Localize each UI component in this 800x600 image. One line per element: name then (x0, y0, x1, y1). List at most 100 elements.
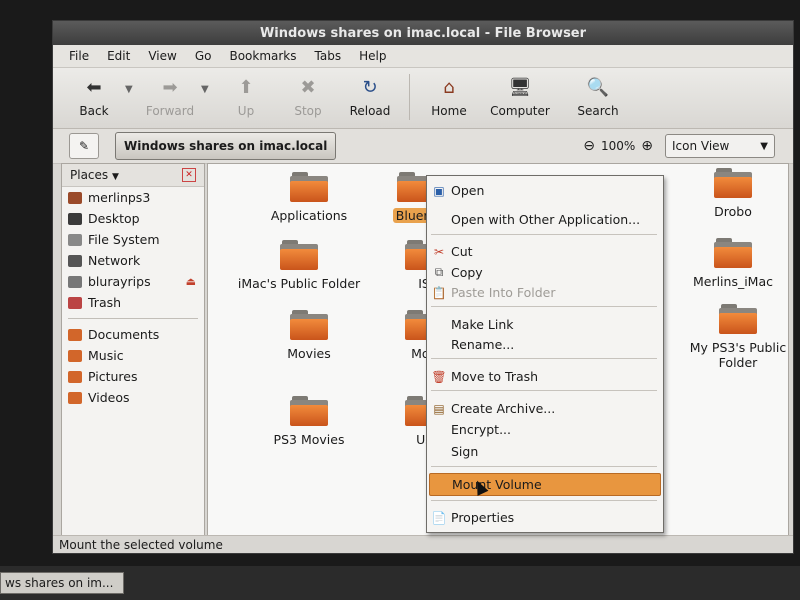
menu-separator (431, 234, 657, 235)
status-bar: Mount the selected volume (53, 535, 793, 553)
reload-button[interactable]: ↻ Reload (339, 68, 401, 119)
toolbar: ⬅ Back ▼ ➡ Forward ▼ ⬆ Up ✖ Stop ↻ Reloa… (53, 68, 793, 129)
view-mode-value: Icon View (672, 139, 730, 153)
folder-item[interactable]: Applications (244, 172, 374, 223)
home-button[interactable]: ⌂ Home (418, 68, 480, 119)
forward-button[interactable]: ➡ Forward (139, 68, 201, 119)
chevron-down-icon: ▼ (760, 140, 768, 152)
window-title: Windows shares on imac.local - File Brow… (53, 21, 793, 45)
view-mode-select[interactable]: Icon View ▼ (665, 134, 775, 158)
menu-view[interactable]: View (148, 49, 176, 63)
back-history-chevron-icon[interactable]: ▼ (125, 68, 139, 95)
folder-icon (714, 238, 752, 268)
folder-icon (68, 328, 82, 341)
menu-separator (431, 358, 657, 359)
eject-icon[interactable]: ⏏ (186, 275, 196, 288)
trash-icon (68, 296, 82, 309)
menu-item-copy[interactable]: ⧉ Copy (429, 262, 659, 283)
trash-icon: 🗑 (431, 369, 447, 384)
menu-file[interactable]: File (69, 49, 89, 63)
sidebar-header[interactable]: Places ▼ ✕ (62, 164, 204, 187)
folder-item[interactable]: My PS3's Public Folder (688, 304, 788, 370)
folder-icon (68, 391, 82, 404)
sidebar-item-home[interactable]: merlinps3 (62, 187, 204, 208)
menu-item-cut[interactable]: ✂ Cut (429, 241, 659, 262)
folder-item[interactable]: PS3 Movies (244, 396, 374, 447)
copy-icon: ⧉ (434, 265, 444, 279)
folder-item[interactable]: Movies (244, 310, 374, 361)
sidebar-item-documents[interactable]: Documents (62, 324, 204, 345)
network-drive-icon (68, 275, 82, 288)
folder-icon (719, 304, 757, 334)
menu-item-sign[interactable]: Sign (429, 441, 659, 462)
places-sidebar: Places ▼ ✕ merlinps3 Desktop File System… (61, 163, 205, 539)
file-browser-window: Windows shares on imac.local - File Brow… (52, 20, 794, 554)
sidebar-item-videos[interactable]: Videos (62, 387, 204, 408)
folder-item[interactable]: Merlins_iMac (683, 238, 783, 289)
paste-icon: 📋 (431, 285, 447, 300)
menu-separator (431, 306, 657, 307)
menu-item-create-archive[interactable]: ▤ Create Archive... (429, 398, 659, 419)
forward-history-chevron-icon[interactable]: ▼ (201, 68, 215, 95)
zoom-in-icon[interactable]: ⊕ (641, 138, 653, 154)
menu-item-mount-volume[interactable]: Mount Volume (429, 473, 661, 496)
folder-icon (68, 370, 82, 383)
computer-icon: 🖥 (508, 76, 532, 98)
menu-item-make-link[interactable]: Make Link (429, 314, 659, 335)
menu-item-encrypt[interactable]: Encrypt... (429, 419, 659, 440)
menu-item-move-to-trash[interactable]: 🗑 Move to Trash (429, 366, 659, 387)
folder-icon (68, 349, 82, 362)
menu-edit[interactable]: Edit (107, 49, 130, 63)
folder-icon (290, 172, 328, 202)
stop-button[interactable]: ✖ Stop (277, 68, 339, 119)
sidebar-header-label: Places (70, 168, 109, 182)
menubar: File Edit View Go Bookmarks Tabs Help (53, 45, 793, 68)
path-label: Windows shares on imac.local (124, 139, 328, 153)
taskbar-window-button[interactable]: ws shares on im... (0, 572, 124, 594)
zoom-controls: ⊖ 100% ⊕ (583, 138, 653, 154)
context-menu: ▣ Open Open with Other Application... ✂ … (426, 175, 664, 533)
folder-item[interactable]: iMac's Public Folder (224, 240, 374, 291)
folder-item[interactable]: Drobo (683, 168, 783, 219)
sidebar-item-filesystem[interactable]: File System (62, 229, 204, 250)
network-icon (68, 254, 82, 267)
sidebar-item-trash[interactable]: Trash (62, 292, 204, 313)
menu-tabs[interactable]: Tabs (315, 49, 342, 63)
folder-icon (290, 396, 328, 426)
up-button[interactable]: ⬆ Up (215, 68, 277, 119)
home-icon (68, 191, 82, 204)
search-button[interactable]: 🔍 Search (560, 68, 636, 119)
home-icon: ⌂ (443, 76, 455, 98)
menu-item-open-with[interactable]: Open with Other Application... (429, 209, 659, 230)
folder-icon (290, 310, 328, 340)
menu-help[interactable]: Help (359, 49, 386, 63)
taskbar: ws shares on im... (0, 566, 800, 600)
menu-item-rename[interactable]: Rename... (429, 334, 659, 355)
archive-icon: ▤ (433, 401, 445, 416)
back-button[interactable]: ⬅ Back (63, 68, 125, 119)
sidebar-item-network[interactable]: Network (62, 250, 204, 271)
sidebar-item-pictures[interactable]: Pictures (62, 366, 204, 387)
path-button-current[interactable]: Windows shares on imac.local (115, 132, 337, 160)
sidebar-item-blurayrips[interactable]: blurayrips ⏏ (62, 271, 204, 292)
menu-item-open[interactable]: ▣ Open (429, 180, 659, 201)
sidebar-item-music[interactable]: Music (62, 345, 204, 366)
folder-icon (714, 168, 752, 198)
zoom-out-icon[interactable]: ⊖ (583, 138, 595, 154)
location-edit-toggle[interactable]: ✎ (69, 133, 99, 159)
zoom-level[interactable]: 100% (601, 139, 635, 153)
sidebar-divider (68, 318, 198, 319)
sidebar-item-desktop[interactable]: Desktop (62, 208, 204, 229)
toolbar-separator (409, 74, 410, 120)
menu-bookmarks[interactable]: Bookmarks (229, 49, 296, 63)
desktop-icon (68, 212, 82, 225)
menu-item-properties[interactable]: 📄 Properties (429, 507, 659, 528)
close-icon[interactable]: ✕ (182, 168, 196, 182)
folder-icon (280, 240, 318, 270)
menu-go[interactable]: Go (195, 49, 212, 63)
back-arrow-icon: ⬅ (86, 76, 102, 98)
menu-item-paste-into-folder[interactable]: 📋 Paste Into Folder (429, 282, 659, 303)
forward-arrow-icon: ➡ (162, 76, 178, 98)
properties-icon: 📄 (431, 510, 447, 525)
computer-button[interactable]: 🖥 Computer (480, 68, 560, 119)
